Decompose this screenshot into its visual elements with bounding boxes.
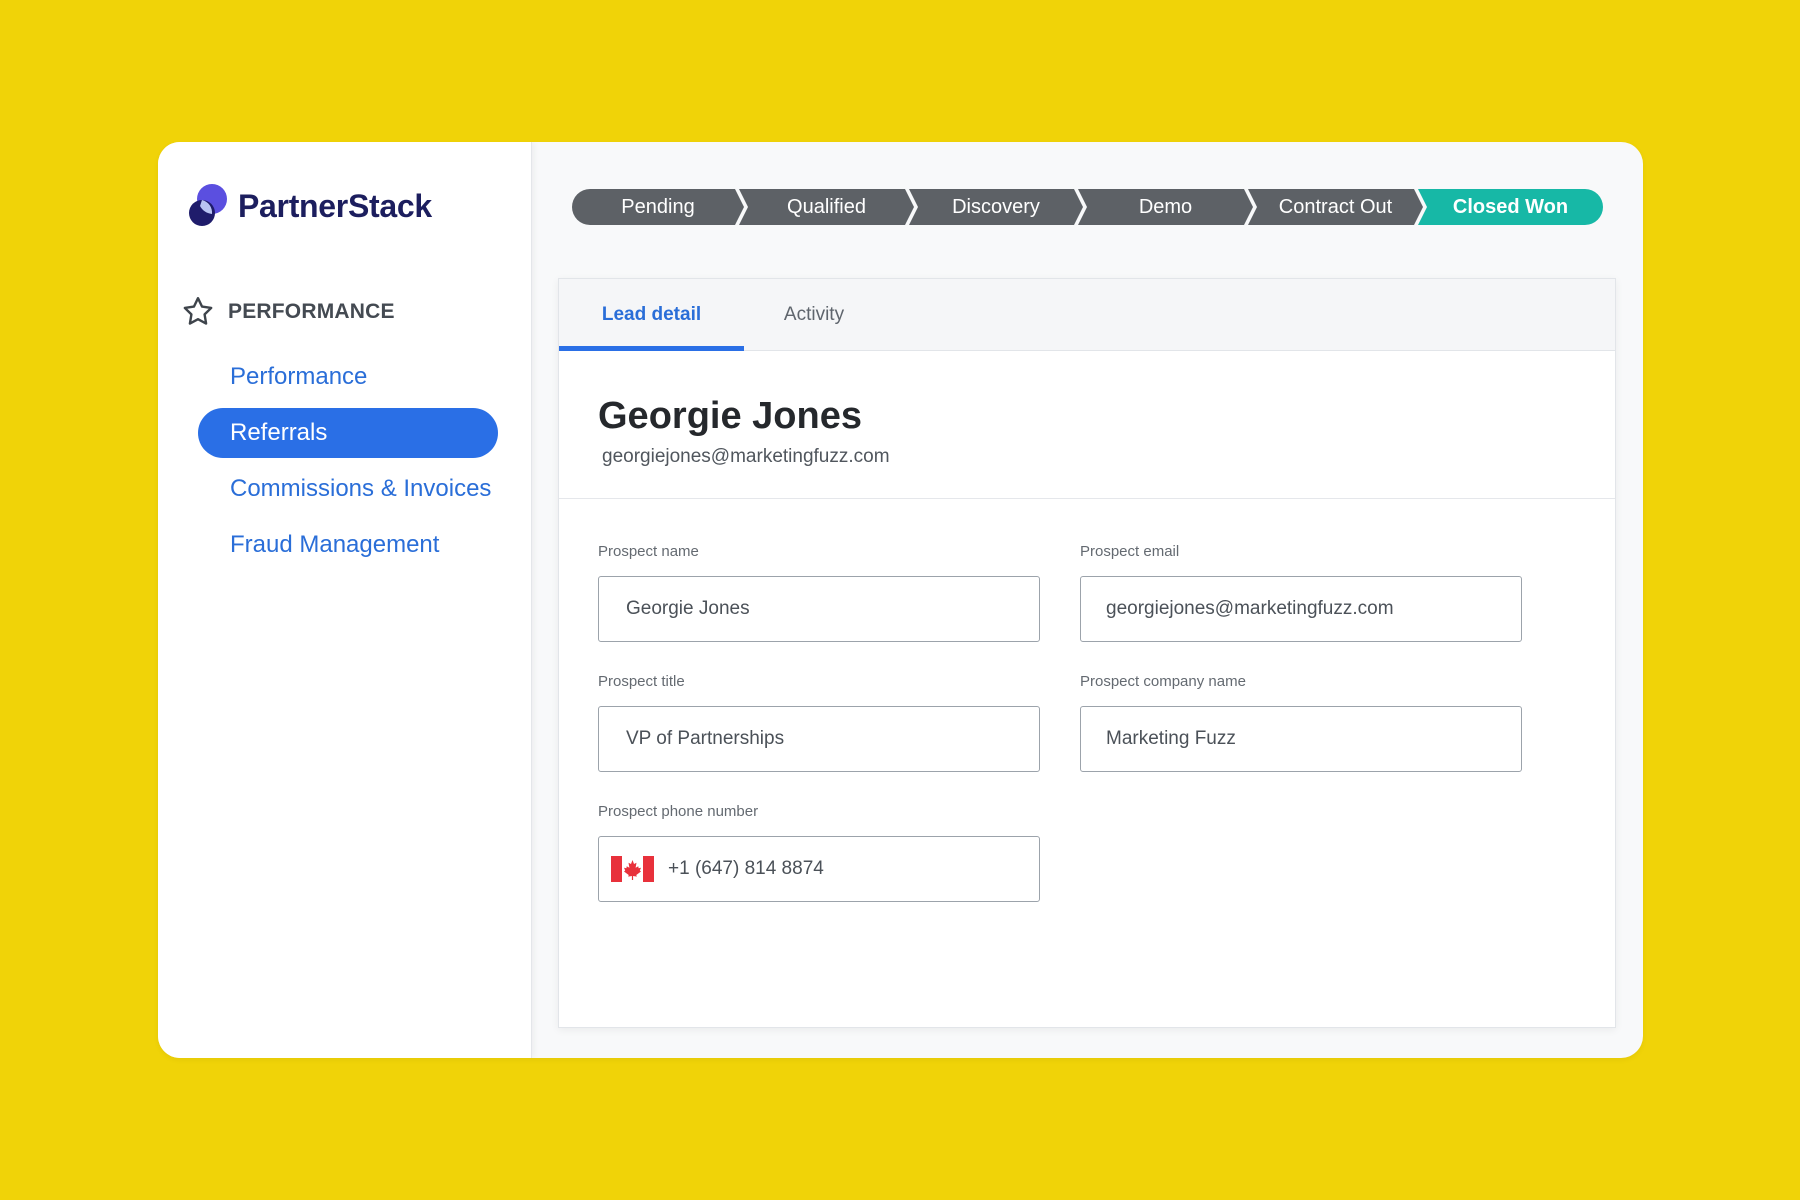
app-window: PartnerStack PERFORMANCE Performance Ref…: [158, 142, 1643, 1058]
lead-email: georgiejones@marketingfuzz.com: [602, 446, 890, 467]
stage-contract-out[interactable]: Contract Out: [1248, 189, 1423, 225]
prospect-name-input[interactable]: Georgie Jones: [598, 576, 1040, 642]
stage-pending[interactable]: Pending: [572, 189, 744, 225]
sidebar-item-referrals[interactable]: Referrals: [198, 408, 498, 458]
partnerstack-logo-icon: [189, 184, 227, 226]
lead-form: Prospect name Georgie Jones Prospect ema…: [559, 499, 1615, 1027]
stage-label: Demo: [1138, 196, 1193, 218]
prospect-title-input[interactable]: VP of Partnerships: [598, 706, 1040, 772]
tab-bar: Lead detail Activity: [559, 279, 1615, 351]
prospect-company-input[interactable]: Marketing Fuzz: [1080, 706, 1522, 772]
brand-name: PartnerStack: [238, 187, 432, 224]
prospect-email-input[interactable]: georgiejones@marketingfuzz.com: [1080, 576, 1522, 642]
deal-stage-pipeline: Pending Qualified Discovery Demo Contrac…: [572, 189, 1603, 225]
canada-flag-icon[interactable]: [611, 856, 654, 882]
prospect-name-label: Prospect name: [598, 543, 699, 560]
performance-section-header: PERFORMANCE: [180, 294, 395, 330]
prospect-phone-label: Prospect phone number: [598, 803, 759, 820]
prospect-email-label: Prospect email: [1080, 543, 1180, 560]
lead-card: Lead detail Activity Georgie Jones georg…: [558, 278, 1616, 1028]
sidebar-item-fraud-management[interactable]: Fraud Management: [198, 520, 498, 570]
star-icon: [183, 297, 213, 325]
stage-label: Closed Won: [1452, 196, 1569, 218]
prospect-company-label: Prospect company name: [1080, 673, 1246, 690]
sidebar-item-performance[interactable]: Performance: [198, 352, 498, 402]
sidebar: PartnerStack PERFORMANCE Performance Ref…: [158, 142, 532, 1058]
sidebar-item-commissions-invoices[interactable]: Commissions & Invoices: [198, 464, 498, 514]
stage-discovery[interactable]: Discovery: [909, 189, 1083, 225]
stage-qualified[interactable]: Qualified: [739, 189, 914, 225]
section-title: PERFORMANCE: [228, 300, 395, 323]
stage-label: Qualified: [787, 196, 866, 218]
stage-demo[interactable]: Demo: [1078, 189, 1253, 225]
lead-header: Georgie Jones georgiejones@marketingfuzz…: [559, 351, 1615, 499]
partnerstack-logo[interactable]: PartnerStack: [188, 182, 432, 230]
stage-label: Discovery: [952, 196, 1040, 218]
stage-label: Pending: [621, 196, 695, 218]
sidebar-nav: Performance Referrals Commissions & Invo…: [198, 352, 498, 576]
lead-name: Georgie Jones: [598, 395, 862, 437]
phone-number: +1 (647) 814 8874: [668, 858, 824, 879]
prospect-title-label: Prospect title: [598, 673, 685, 690]
tab-activity[interactable]: Activity: [749, 279, 879, 351]
stage-label: Contract Out: [1278, 196, 1393, 218]
stage-closed-won[interactable]: Closed Won: [1418, 189, 1603, 225]
main-content: Pending Qualified Discovery Demo Contrac…: [532, 142, 1643, 1058]
tab-lead-detail[interactable]: Lead detail: [559, 279, 744, 351]
prospect-phone-input[interactable]: +1 (647) 814 8874: [598, 836, 1040, 902]
